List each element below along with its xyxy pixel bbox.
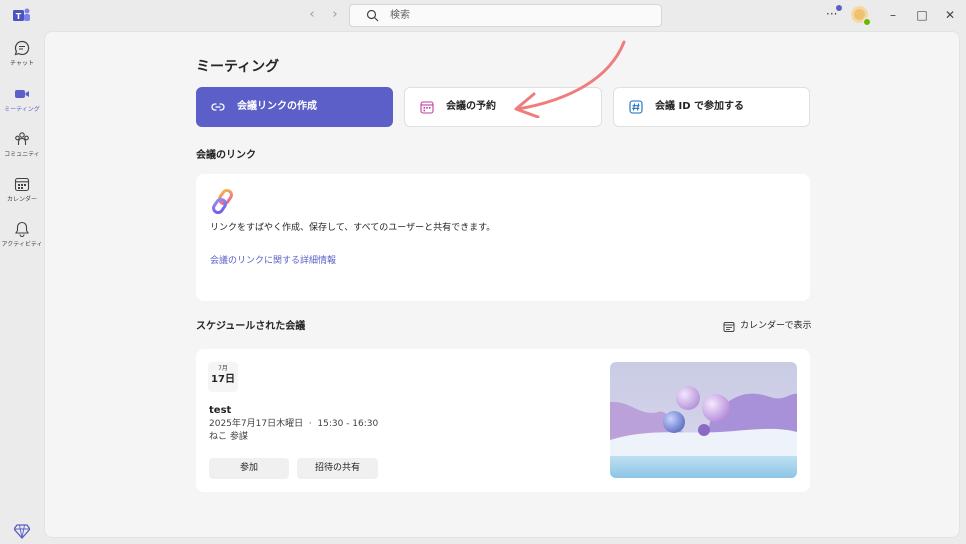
forward-arrow-icon[interactable]: › — [328, 8, 342, 22]
view-in-calendar-label: カレンダーで表示 — [740, 321, 812, 331]
view-in-calendar-button[interactable]: カレンダーで表示 — [723, 320, 811, 333]
meeting-banner-image — [610, 362, 797, 478]
meeting-links-heading: 会議のリンク — [196, 150, 256, 161]
rail-label: アクティビティ — [1, 241, 43, 248]
create-meeting-link-button[interactable]: 会議リンクの作成 — [196, 87, 393, 127]
close-icon[interactable]: ✕ — [943, 8, 957, 22]
meeting-links-description: リンクをすばやく作成、保存して、すべてのユーザーと共有できます。 — [210, 223, 496, 233]
calendar-icon — [420, 101, 434, 114]
premium-diamond-icon[interactable] — [14, 523, 30, 539]
join-meeting-button[interactable]: 参加 — [209, 458, 289, 479]
left-rail: チャット ミーティング コミュニティ カレンダー アクティビティ — [0, 31, 44, 544]
share-invite-button[interactable]: 招待の共有 — [297, 458, 378, 479]
avatar[interactable] — [851, 6, 871, 26]
rail-item-calendar[interactable]: カレンダー — [0, 176, 44, 216]
schedule-meeting-label: 会議の予約 — [446, 101, 496, 112]
search-icon — [366, 9, 379, 22]
title-bar: T ‹ › 検索 ··· – □ ✕ — [0, 0, 966, 31]
join-with-meeting-id-label: 会議 ID で参加する — [655, 101, 744, 112]
join-with-meeting-id-button[interactable]: 会議 ID で参加する — [613, 87, 810, 127]
meeting-datetime: 2025年7月17日木曜日 · 15:30 - 16:30 — [209, 419, 379, 429]
status-available-badge — [863, 18, 871, 26]
scheduled-meetings-heading: スケジュールされた会議 — [196, 321, 306, 332]
search-placeholder: 検索 — [390, 10, 410, 21]
rail-label: カレンダー — [6, 196, 37, 203]
community-icon — [15, 132, 29, 145]
back-arrow-icon[interactable]: ‹ — [305, 8, 319, 22]
link-illustration-icon — [212, 188, 233, 215]
page-title: ミーティング — [196, 59, 280, 75]
meeting-card[interactable]: 7月 17日 test 2025年7月17日木曜日 · 15:30 - 16:3… — [196, 349, 810, 492]
search-input[interactable]: 検索 — [349, 4, 662, 27]
meeting-date-badge: 7月 17日 — [208, 362, 238, 392]
link-icon — [211, 103, 225, 111]
notification-dot — [836, 5, 842, 11]
meeting-links-card: リンクをすばやく作成、保存して、すべてのユーザーと共有できます。 会議のリンクに… — [196, 174, 810, 301]
bell-icon — [15, 221, 29, 237]
meeting-month: 7月 — [218, 365, 228, 372]
rail-item-chat[interactable]: チャット — [0, 40, 44, 80]
calendar-icon — [723, 321, 735, 332]
rail-label: ミーティング — [4, 106, 40, 113]
video-icon — [15, 90, 29, 98]
svg-text:T: T — [16, 12, 22, 21]
rail-label: チャット — [10, 60, 34, 67]
schedule-meeting-button[interactable]: 会議の予約 — [404, 87, 602, 127]
rail-item-meetings[interactable]: ミーティング — [0, 86, 44, 126]
calendar-icon — [14, 177, 30, 192]
rail-label: コミュニティ — [4, 151, 40, 158]
meeting-title: test — [209, 405, 232, 416]
meeting-links-learn-more-link[interactable]: 会議のリンクに関する詳細情報 — [210, 255, 336, 268]
meeting-organizer: ねこ 参謀 — [209, 432, 248, 442]
rail-item-activity[interactable]: アクティビティ — [0, 221, 44, 261]
hashtag-icon — [629, 100, 643, 114]
meeting-day: 17日 — [211, 374, 235, 385]
chat-icon — [14, 40, 30, 56]
create-meeting-link-label: 会議リンクの作成 — [237, 101, 317, 112]
maximize-icon[interactable]: □ — [915, 8, 929, 22]
teams-logo-icon[interactable]: T — [13, 7, 31, 24]
minimize-icon[interactable]: – — [886, 8, 900, 22]
rail-item-community[interactable]: コミュニティ — [0, 131, 44, 171]
